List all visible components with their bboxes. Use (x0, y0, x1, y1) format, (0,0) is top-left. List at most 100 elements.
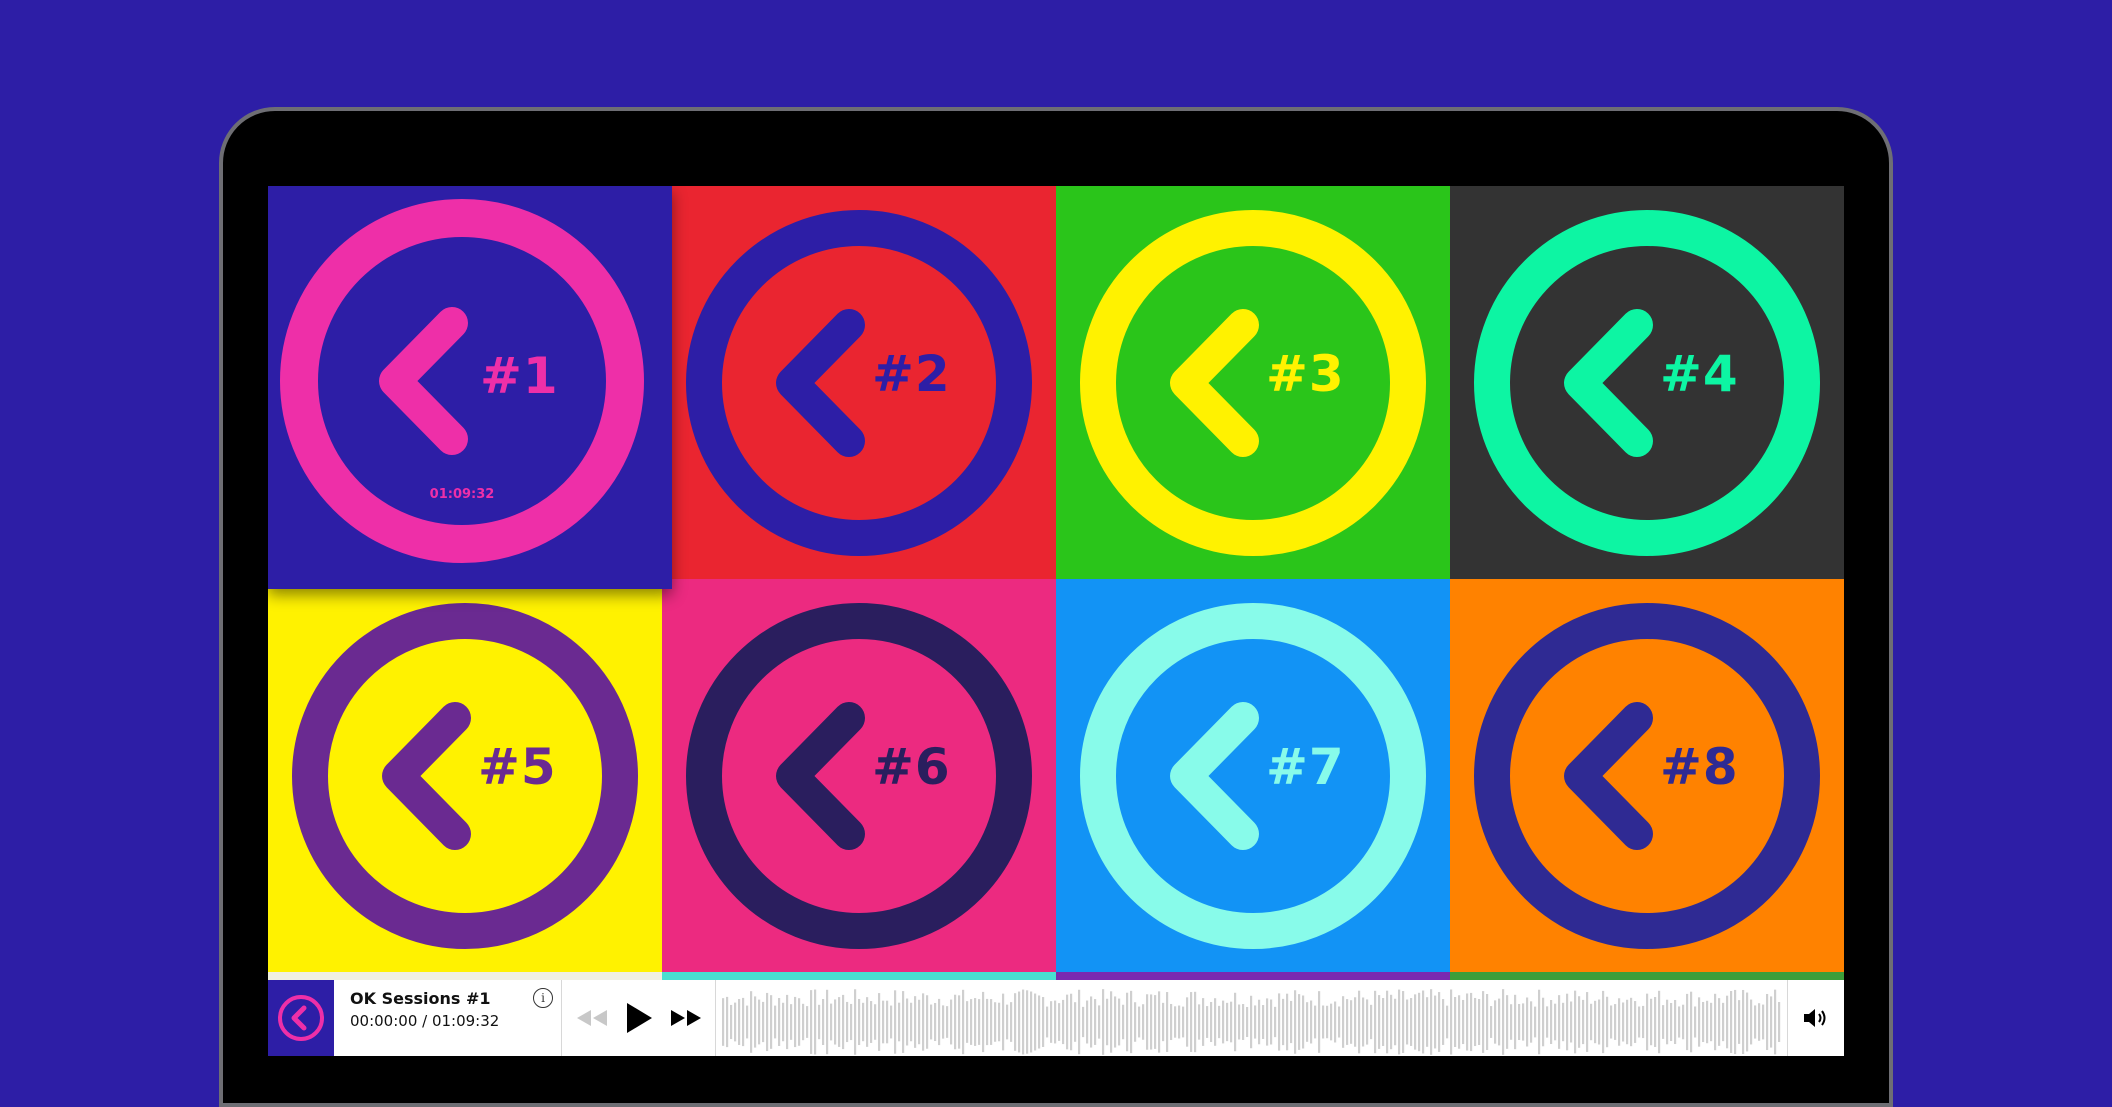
waveform-bar (1354, 997, 1357, 1047)
session-tile-5[interactable]: #5 (268, 579, 662, 972)
waveform-bar (946, 1006, 949, 1038)
waveform-bar (1566, 993, 1569, 1051)
waveform-bar (1210, 1001, 1213, 1043)
waveform-bar (1430, 989, 1433, 1055)
waveform-bar (1634, 1001, 1637, 1043)
waveform-bar (1206, 1006, 1209, 1038)
waveform-bar (1434, 995, 1437, 1049)
waveform-bar (1362, 997, 1365, 1047)
waveform-bar (1154, 995, 1157, 1049)
rewind-button[interactable] (572, 998, 612, 1038)
waveform-bar (1386, 990, 1389, 1054)
waveform-bar (1754, 1005, 1757, 1039)
waveform-scrubber[interactable] (716, 980, 1788, 1056)
waveform-bar (966, 1001, 969, 1043)
waveform-bar (1010, 1002, 1013, 1042)
waveform-bar (1118, 998, 1121, 1046)
session-tile-7[interactable]: #7 (1056, 579, 1450, 972)
waveform-bar (1682, 1004, 1685, 1040)
waveform-bar (758, 999, 761, 1045)
waveform-bar (826, 989, 829, 1055)
waveform-bar (742, 997, 745, 1047)
waveform-bar (1110, 991, 1113, 1053)
waveform-bar (830, 1003, 833, 1041)
waveform-bar (1426, 997, 1429, 1047)
waveform-bar (1726, 995, 1729, 1049)
waveform-bar (1530, 1001, 1533, 1043)
waveform-bar (1306, 1002, 1309, 1042)
waveform-bar (1082, 1006, 1085, 1038)
strip (662, 972, 1056, 980)
waveform-bar (882, 1000, 885, 1044)
waveform-bar (930, 1004, 933, 1040)
waveform-bar (866, 997, 869, 1047)
waveform-bar (770, 995, 773, 1049)
waveform-bar (1674, 999, 1677, 1045)
waveform-bar (1538, 989, 1541, 1055)
waveform-bar (1602, 990, 1605, 1054)
waveform-bar (1562, 1002, 1565, 1042)
volume-button[interactable] (1788, 980, 1844, 1056)
waveform-bar (1114, 996, 1117, 1048)
waveform-bar (1734, 989, 1737, 1055)
waveform-bar (1614, 1004, 1617, 1040)
waveform-bar (1238, 1004, 1241, 1040)
waveform-bar (1706, 1000, 1709, 1044)
waveform-bar (1594, 1000, 1597, 1044)
waveform-bar (842, 994, 845, 1050)
track-time: 00:00:00 / 01:09:32 (350, 1012, 500, 1030)
session-tile-4[interactable]: #4 (1450, 186, 1844, 579)
waveform-bar (922, 993, 925, 1051)
strip (1450, 972, 1844, 980)
waveform-bar (1090, 996, 1093, 1048)
track-info: OK Sessions #1 00:00:00 / 01:09:32 i (334, 980, 562, 1056)
waveform-bar (1382, 998, 1385, 1046)
waveform-bar (1230, 1001, 1233, 1043)
session-tile-2[interactable]: #2 (662, 186, 1056, 579)
waveform-bar (890, 1005, 893, 1039)
waveform-bar (1218, 1005, 1221, 1039)
waveform-bar (1158, 991, 1161, 1053)
back-arrow-icon (292, 603, 638, 949)
waveform-bar (786, 994, 789, 1050)
waveform-bar (1526, 997, 1529, 1047)
session-tile-1[interactable]: #1 01:09:32 (268, 186, 672, 589)
strip (268, 972, 662, 980)
waveform-bar (1050, 1001, 1053, 1043)
session-tile-8[interactable]: #8 (1450, 579, 1844, 972)
waveform-bar (894, 990, 897, 1054)
waveform-bar (1234, 992, 1237, 1052)
waveform-bar (1282, 998, 1285, 1046)
session-number: #2 (872, 345, 951, 403)
waveform-bar (1498, 998, 1501, 1046)
waveform-bar (766, 992, 769, 1052)
waveform-bar (958, 995, 961, 1049)
waveform-bar (1510, 1004, 1513, 1040)
now-playing-thumbnail[interactable] (268, 980, 334, 1056)
info-icon[interactable]: i (533, 988, 553, 1008)
waveform-bar (762, 1001, 765, 1043)
waveform-bar (1094, 999, 1097, 1045)
session-number: #7 (1266, 738, 1345, 796)
waveform-bar (1630, 997, 1633, 1047)
waveform-bar (942, 1005, 945, 1039)
waveform-bar (1226, 1002, 1229, 1042)
play-button[interactable] (619, 998, 659, 1038)
waveform-bar (1738, 1000, 1741, 1044)
waveform-bar (1698, 997, 1701, 1047)
waveform-bar (1198, 1004, 1201, 1040)
waveform-bar (1474, 997, 1477, 1047)
waveform-bar (1542, 997, 1545, 1047)
session-tile-6[interactable]: #6 (662, 579, 1056, 972)
waveform-bar (1534, 1006, 1537, 1038)
back-arrow-icon (686, 210, 1032, 556)
waveform-bar (1138, 1006, 1141, 1038)
waveform-bar (1214, 998, 1217, 1046)
waveform-bar (754, 996, 757, 1048)
waveform-bar (906, 998, 909, 1046)
waveform-bar (1446, 1005, 1449, 1039)
waveform-bar (1018, 991, 1021, 1053)
fast-forward-button[interactable] (666, 998, 706, 1038)
waveform-bar (1046, 1006, 1049, 1038)
session-tile-3[interactable]: #3 (1056, 186, 1450, 579)
